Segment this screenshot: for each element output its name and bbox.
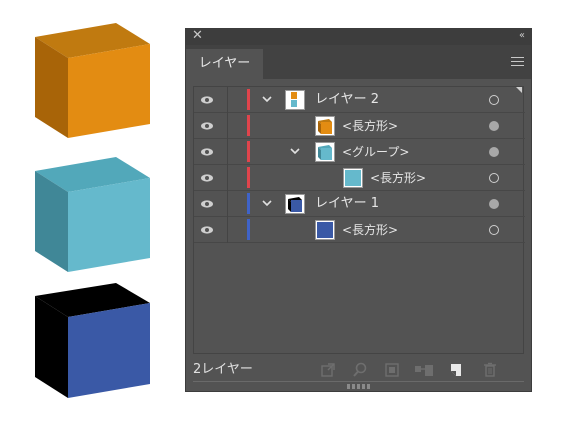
new-layer-icon[interactable]: [448, 362, 464, 378]
layer-color-bar: [247, 89, 250, 110]
column-separator: [227, 217, 228, 243]
tab-layers[interactable]: レイヤー: [186, 49, 263, 79]
layer-row-rectangle-blue[interactable]: <長方形>: [194, 217, 525, 243]
column-separator: [227, 139, 228, 165]
panel-tabbar: レイヤー: [186, 45, 531, 79]
layer-thumbnail-icon: [285, 194, 305, 214]
chevron-down-icon[interactable]: [288, 144, 302, 158]
eye-icon[interactable]: [200, 119, 214, 133]
panel-footer: 2レイヤー: [186, 359, 531, 381]
eye-icon[interactable]: [200, 93, 214, 107]
rectangle-thumbnail-icon: [343, 168, 363, 188]
rectangle-thumbnail-icon: [315, 116, 335, 136]
cyan-cube-front: [68, 178, 150, 272]
layer-color-bar: [247, 193, 250, 214]
rectangle-thumbnail-icon: [315, 220, 335, 240]
panel-menu-icon[interactable]: [511, 57, 524, 67]
eye-icon[interactable]: [200, 223, 214, 237]
layer-row-layer-2[interactable]: レイヤー 2: [194, 87, 525, 113]
column-separator: [227, 165, 228, 191]
target-circle-icon[interactable]: [489, 121, 499, 131]
export-icon[interactable]: [320, 362, 336, 378]
layer-label: <長方形>: [342, 119, 399, 133]
layer-label: <グループ>: [342, 145, 410, 159]
target-circle-icon[interactable]: [489, 225, 499, 235]
layer-row-rectangle-orange[interactable]: <長方形>: [194, 113, 525, 139]
target-circle-icon[interactable]: [489, 199, 499, 209]
resize-grip-icon[interactable]: [347, 384, 371, 389]
layer-row-rectangle-cyan[interactable]: <長方形>: [194, 165, 525, 191]
layer-label: レイヤー 1: [315, 196, 380, 211]
layer-row-group[interactable]: <グループ>: [194, 139, 525, 165]
selection-corner-icon: [516, 87, 522, 93]
layers-panel: ✕ ‹‹ レイヤー レイヤー 2 <長方形> <グループ> <長方形> レイヤー…: [185, 28, 532, 392]
new-sublayer-icon[interactable]: [414, 362, 434, 378]
layers-list: レイヤー 2 <長方形> <グループ> <長方形> レイヤー 1 <長方形>: [193, 86, 525, 354]
column-separator: [227, 191, 228, 217]
layer-label: レイヤー 2: [315, 92, 380, 107]
layer-label: <長方形>: [342, 223, 399, 237]
target-circle-icon[interactable]: [489, 95, 499, 105]
panel-titlebar[interactable]: ✕ ‹‹: [186, 29, 531, 45]
search-icon[interactable]: [352, 362, 368, 378]
column-separator: [227, 87, 228, 113]
footer-divider: [193, 381, 524, 382]
collapse-icon[interactable]: ‹‹: [519, 29, 525, 43]
close-icon[interactable]: ✕: [192, 29, 204, 43]
layer-count-label: 2レイヤー: [193, 362, 253, 377]
layer-color-bar: [247, 167, 250, 188]
layer-row-layer-1[interactable]: レイヤー 1: [194, 191, 525, 217]
layer-color-bar: [247, 141, 250, 162]
layer-color-bar: [247, 219, 250, 240]
chevron-down-icon[interactable]: [260, 196, 274, 210]
layer-color-bar: [247, 115, 250, 136]
layer-label: <長方形>: [370, 171, 427, 185]
eye-icon[interactable]: [200, 145, 214, 159]
target-circle-icon[interactable]: [489, 147, 499, 157]
eye-icon[interactable]: [200, 171, 214, 185]
column-separator: [227, 113, 228, 139]
eye-icon[interactable]: [200, 197, 214, 211]
blue-cube-front: [68, 303, 150, 398]
clipping-mask-icon[interactable]: [384, 362, 400, 378]
layer-thumbnail-icon: [285, 90, 305, 110]
orange-cube: [35, 23, 150, 398]
orange-cube-front: [68, 44, 150, 138]
target-circle-icon[interactable]: [489, 173, 499, 183]
group-thumbnail-icon: [315, 142, 335, 162]
trash-icon[interactable]: [482, 362, 498, 378]
chevron-down-icon[interactable]: [260, 92, 274, 106]
